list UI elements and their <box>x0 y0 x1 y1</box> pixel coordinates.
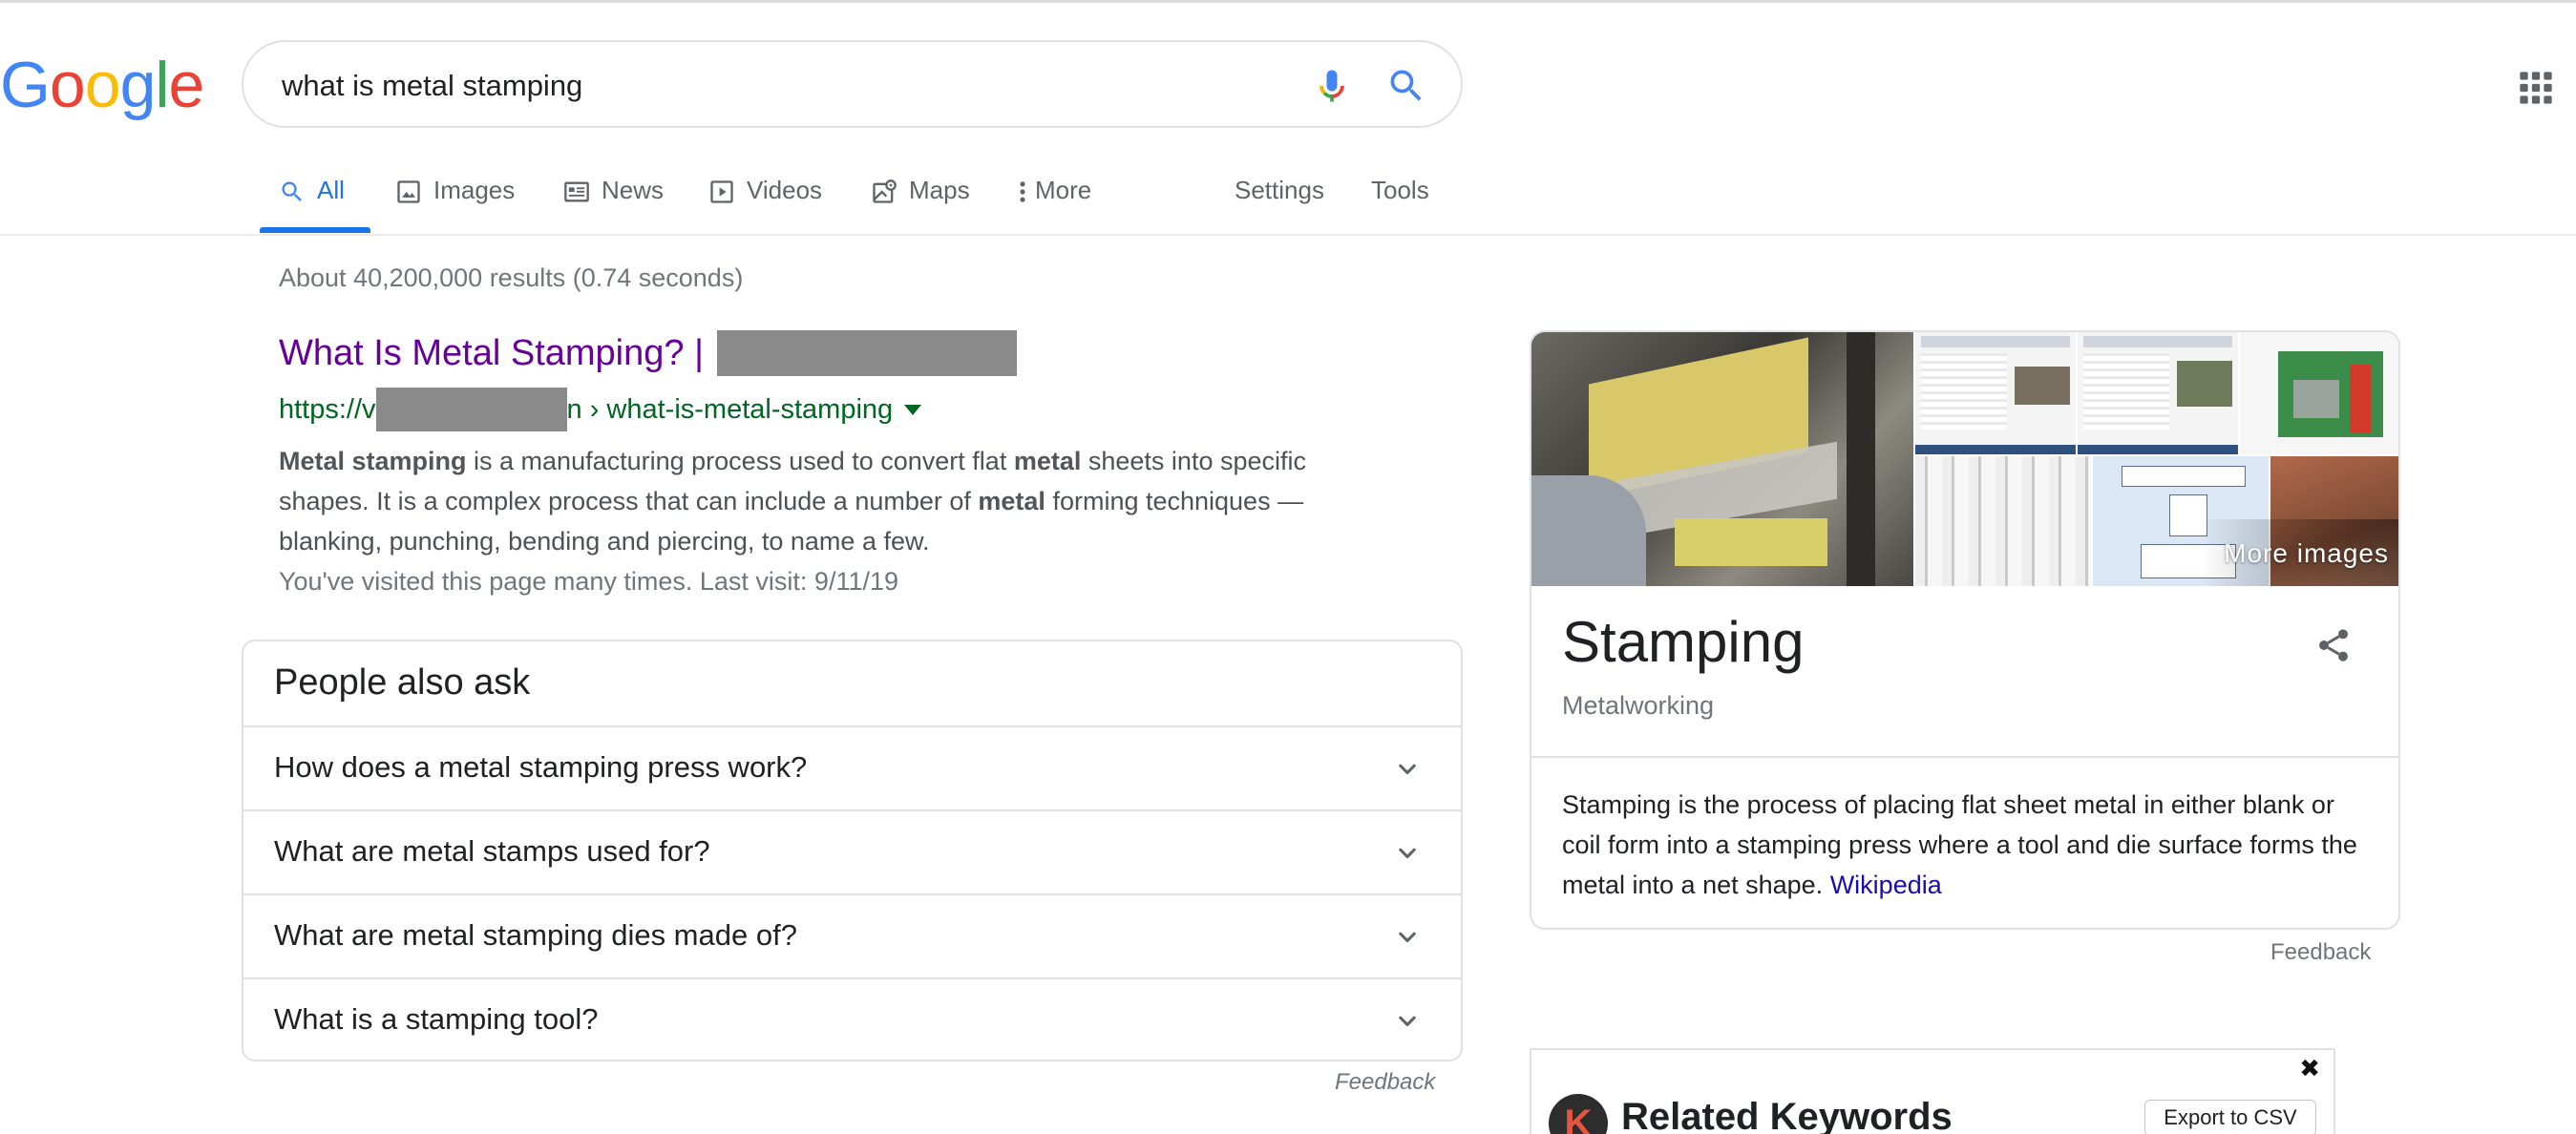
tab-maps[interactable]: Maps <box>871 176 970 241</box>
kp-subtitle: Metalworking <box>1562 691 1715 720</box>
more-images-link[interactable]: More images <box>2224 538 2389 569</box>
redacted-block <box>716 330 1017 376</box>
search-input[interactable] <box>282 67 1236 105</box>
more-vert-icon <box>1020 181 1025 202</box>
google-logo[interactable]: Google <box>0 48 205 122</box>
search-box <box>242 40 1463 128</box>
snippet-bold: metal <box>978 487 1045 515</box>
logo-letter: g <box>119 49 157 121</box>
redacted-block <box>375 388 567 431</box>
snippet-bold: metal <box>1013 447 1082 475</box>
chevron-down-icon <box>1398 764 1417 775</box>
paa-question[interactable]: What are metal stamps used for? <box>243 809 1461 893</box>
result-title-text: What Is Metal Stamping? | <box>279 332 704 373</box>
tab-more[interactable]: More <box>1016 176 1091 241</box>
wikipedia-link[interactable]: Wikipedia <box>1830 871 1942 899</box>
kp-image-press[interactable] <box>1531 332 1913 586</box>
tab-label: More <box>1035 176 1092 204</box>
mic-icon[interactable] <box>1311 63 1353 109</box>
kp-description-text: Stamping is the process of placing flat … <box>1562 790 2357 899</box>
result-url[interactable]: https://v n › what-is-metal-stamping <box>279 388 1377 431</box>
map-icon <box>873 179 897 203</box>
close-icon[interactable]: ✖ <box>2299 1056 2320 1081</box>
result-title-link[interactable]: What Is Metal Stamping? | <box>279 330 1377 376</box>
url-dropdown-icon[interactable] <box>904 404 922 415</box>
tab-images[interactable]: Images <box>395 176 515 241</box>
kp-title: Stamping <box>1562 610 1805 674</box>
share-icon[interactable] <box>2314 624 2353 666</box>
kp-image-doc-1[interactable] <box>1915 332 2076 454</box>
keywords-everywhere-logo: K <box>1549 1094 1608 1134</box>
url-prefix: https://v <box>279 393 376 425</box>
kp-image-strip[interactable]: More images <box>1531 332 2398 586</box>
kp-divider <box>1531 756 2398 758</box>
logo-letter: o <box>84 49 121 121</box>
tab-settings[interactable]: Settings <box>1235 176 1324 241</box>
tab-label: Videos <box>747 176 823 204</box>
related-keywords-widget: ✖ K Related Keywords Export to CSV <box>1530 1048 2335 1134</box>
snippet-bold: Metal stamping <box>279 447 467 475</box>
paa-question[interactable]: How does a metal stamping press work? <box>243 725 1461 809</box>
tab-label: Tools <box>1371 176 1429 204</box>
logo-letter: G <box>0 49 51 121</box>
paa-question[interactable]: What are metal stamping dies made of? <box>243 893 1461 977</box>
people-also-ask: People also ask How does a metal stampin… <box>242 640 1463 1061</box>
kp-image-doc-2[interactable] <box>2078 332 2238 454</box>
paa-question-text: What are metal stamping dies made of? <box>274 918 797 952</box>
snippet-text: is a manufacturing process used to conve… <box>466 447 1014 475</box>
knowledge-panel: More images Stamping Metalworking Stampi… <box>1530 330 2400 930</box>
search-icon <box>282 181 302 201</box>
paa-question-text: What is a stamping tool? <box>274 1002 599 1036</box>
export-csv-button[interactable]: Export to CSV <box>2144 1100 2316 1134</box>
chevron-down-icon <box>1398 932 1417 943</box>
kp-description: Stamping is the process of placing flat … <box>1562 785 2374 905</box>
search-icon[interactable] <box>1385 65 1427 107</box>
visited-note: You've visited this page many times. Las… <box>279 567 899 596</box>
paa-feedback-link[interactable]: Feedback <box>1335 1069 1435 1096</box>
search-result: What Is Metal Stamping? | https://v n › … <box>279 330 1377 601</box>
chevron-down-icon <box>1398 1016 1417 1027</box>
apps-grid-icon[interactable] <box>2517 69 2555 107</box>
logo-letter: l <box>155 49 169 121</box>
logo-letter: e <box>168 49 205 121</box>
top-border <box>0 0 2576 3</box>
chevron-down-icon <box>1398 848 1417 859</box>
tab-videos[interactable]: Videos <box>708 176 822 241</box>
url-mid: n <box>566 393 582 425</box>
paa-question-text: How does a metal stamping press work? <box>274 750 808 784</box>
tab-label: Maps <box>909 176 970 204</box>
kp-image-3d-die[interactable] <box>2240 332 2398 454</box>
news-icon <box>564 181 589 202</box>
result-stats: About 40,200,000 results (0.74 seconds) <box>279 263 744 292</box>
url-suffix: › what-is-metal-stamping <box>589 393 894 425</box>
play-icon <box>710 180 733 203</box>
image-icon <box>397 180 420 203</box>
paa-title: People also ask <box>274 662 531 703</box>
tab-label: Settings <box>1235 176 1324 204</box>
tab-tools[interactable]: Tools <box>1371 176 1429 241</box>
tab-label: Images <box>433 176 516 204</box>
kp-feedback-link[interactable]: Feedback <box>2270 939 2371 966</box>
kp-image-strip-layout[interactable] <box>1915 456 2091 586</box>
related-keywords-title: Related Keywords <box>1621 1096 1953 1134</box>
tab-label: All <box>317 176 345 204</box>
logo-letter: o <box>49 49 86 121</box>
result-snippet: Metal stamping is a manufacturing proces… <box>279 441 1377 561</box>
paa-question-text: What are metal stamps used for? <box>274 834 710 868</box>
paa-question[interactable]: What is a stamping tool? <box>243 977 1461 1060</box>
tab-news[interactable]: News <box>563 176 664 241</box>
tabs-divider <box>0 234 2576 236</box>
active-tab-indicator <box>260 227 370 233</box>
tab-label: News <box>602 176 665 204</box>
